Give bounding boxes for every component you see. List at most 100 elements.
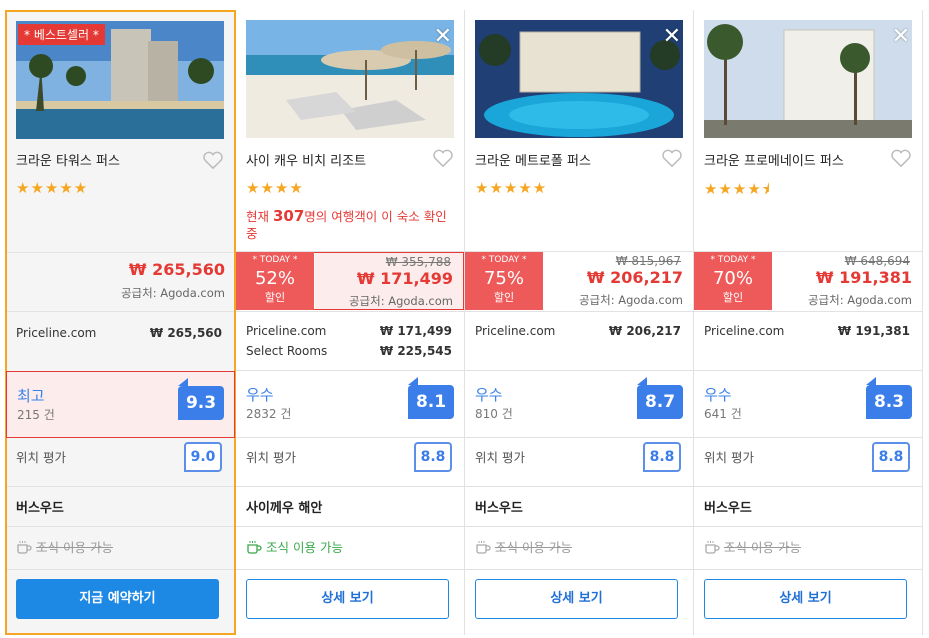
vendor-row[interactable]: Priceline.com ₩ 171,499	[246, 324, 452, 338]
view-details-button[interactable]: 상세 보기	[246, 579, 449, 619]
discount-label: 할인	[264, 291, 286, 304]
price-box[interactable]: * TODAY * 75% 할인 ₩ 815,967 ₩ 206,217 공급처…	[465, 252, 693, 310]
divider	[694, 569, 922, 570]
coffee-cup-icon	[705, 541, 720, 554]
breakfast-info: 조식 이용 가능	[246, 537, 343, 556]
rating-score: 8.1	[408, 377, 454, 419]
original-price: ₩ 355,788	[385, 255, 451, 269]
discount-percent: 75%	[483, 268, 524, 289]
star-rating: ★★★★⯨	[704, 180, 771, 198]
divider	[694, 437, 922, 438]
view-details-button[interactable]: 상세 보기	[475, 579, 678, 619]
close-icon[interactable]: ✕	[663, 26, 681, 48]
vendor-price: ₩ 171,499	[379, 324, 452, 338]
vendor-name: Priceline.com	[475, 324, 556, 338]
divider	[7, 252, 234, 253]
coffee-cup-icon	[17, 541, 32, 554]
divider	[694, 311, 922, 312]
review-rating[interactable]: 우수 810 건 8.7	[465, 371, 693, 437]
breakfast-label: 조식 이용 가능	[36, 540, 113, 555]
location-score: 8.8	[414, 442, 452, 472]
hotel-photo[interactable]	[704, 20, 912, 138]
area-name: 버스우드	[475, 501, 523, 516]
breakfast-label: 조식 이용 가능	[724, 540, 801, 555]
review-rating[interactable]: 최고 215 건 9.3	[6, 371, 235, 438]
hotel-photo[interactable]	[246, 20, 454, 138]
divider	[694, 486, 922, 487]
rating-score: 8.7	[637, 377, 683, 419]
divider	[465, 486, 693, 487]
vendor-row[interactable]: Priceline.com ₩ 206,217	[475, 324, 681, 338]
location-rating-label: 위치 평가	[704, 450, 754, 465]
original-price: ₩ 815,967	[615, 254, 681, 268]
location-score: 8.8	[643, 442, 681, 472]
discount-label: 할인	[493, 291, 515, 304]
price-box[interactable]: * TODAY * 52% 할인 ₩ 355,788 ₩ 171,499 공급처…	[236, 252, 464, 310]
heart-icon[interactable]	[661, 148, 683, 168]
location-rating-label: 위치 평가	[246, 450, 296, 465]
vendor-row[interactable]: Select Rooms ₩ 225,545	[246, 344, 452, 358]
rating-label: 최고	[17, 387, 45, 405]
heart-icon[interactable]	[202, 150, 224, 170]
location-rating-label: 위치 평가	[475, 450, 525, 465]
coffee-cup-icon	[247, 541, 262, 554]
heart-icon[interactable]	[890, 148, 912, 168]
vendor-name: Priceline.com	[16, 326, 97, 340]
breakfast-info: 조식 이용 가능	[704, 537, 801, 556]
vendor-row[interactable]: Priceline.com ₩ 265,560	[16, 326, 222, 340]
breakfast-info: 조식 이용 가능	[475, 537, 572, 556]
bestseller-badge: * 베스트셀러 *	[18, 24, 105, 45]
divider	[236, 486, 464, 487]
hotel-name[interactable]: 크라운 타워스 퍼스	[16, 150, 120, 169]
today-label: * TODAY *	[710, 255, 756, 265]
today-deal-badge: * TODAY * 52% 할인	[236, 252, 314, 310]
rating-label: 우수	[475, 386, 503, 404]
view-details-button[interactable]: 상세 보기	[704, 579, 907, 619]
area-name: 버스우드	[704, 501, 752, 516]
divider	[465, 569, 693, 570]
coffee-cup-icon	[476, 541, 491, 554]
vendor-price: ₩ 265,560	[149, 326, 222, 340]
supplier-label: 공급처: Agoda.com	[807, 293, 912, 307]
hotel-card-crown-metropol: ✕ 크라운 메트로폴 퍼스 ★★★★★ * TODAY * 75% 할인 ₩ 8…	[465, 10, 694, 635]
divider	[465, 526, 693, 527]
hotel-name[interactable]: 크라운 메트로폴 퍼스	[475, 150, 591, 169]
price-area: ₩ 648,694 ₩ 191,381 공급처: Agoda.com	[772, 252, 922, 308]
price-box[interactable]: * TODAY * 70% 할인 ₩ 648,694 ₩ 191,381 공급처…	[694, 252, 922, 310]
area-name: 사이께우 해안	[246, 501, 323, 516]
area-name: 버스우드	[16, 501, 64, 516]
price-area: ₩ 265,560 공급처: Agoda.com	[85, 254, 235, 310]
today-deal-badge: * TODAY * 75% 할인	[465, 252, 543, 310]
vendor-name: Priceline.com	[704, 324, 785, 338]
review-rating[interactable]: 우수 641 건 8.3	[694, 371, 922, 437]
current-price: ₩ 265,560	[128, 260, 225, 279]
divider	[236, 311, 464, 312]
vendor-price: ₩ 225,545	[379, 344, 452, 358]
vendor-price: ₩ 206,217	[608, 324, 681, 338]
star-rating: ★★★★★	[475, 179, 548, 197]
vendor-row[interactable]: Priceline.com ₩ 191,381	[704, 324, 910, 338]
rating-label: 우수	[704, 386, 732, 404]
hotel-photo[interactable]	[475, 20, 683, 138]
viewers-notice: 현재 307명의 여행객이 이 숙소 확인중	[246, 208, 458, 242]
current-price: ₩ 206,217	[586, 268, 683, 287]
book-now-button[interactable]: 지금 예약하기	[16, 579, 219, 619]
hotel-name[interactable]: 크라운 프로메네이드 퍼스	[704, 150, 844, 169]
discount-percent: 52%	[254, 268, 295, 289]
review-rating[interactable]: 우수 2832 건 8.1	[236, 371, 464, 437]
divider	[7, 569, 234, 570]
divider	[694, 526, 922, 527]
heart-icon[interactable]	[432, 148, 454, 168]
price-area: ₩ 815,967 ₩ 206,217 공급처: Agoda.com	[543, 252, 693, 308]
discount-percent: 70%	[712, 268, 753, 289]
divider	[465, 311, 693, 312]
price-box[interactable]: ₩ 265,560 공급처: Agoda.com	[7, 254, 235, 312]
original-price: ₩ 648,694	[844, 254, 910, 268]
close-icon[interactable]: ✕	[434, 26, 452, 48]
review-count: 215 건	[17, 408, 55, 422]
hotel-name[interactable]: 사이 캐우 비치 리조트	[246, 150, 366, 169]
hotel-card-crown-towers: * 베스트셀러 * 크라운 타워스 퍼스 ★★★★★ ₩ 265,560 공급처…	[5, 10, 236, 635]
location-rating-label: 위치 평가	[16, 450, 66, 465]
vendor-price: ₩ 191,381	[837, 324, 910, 338]
close-icon[interactable]: ✕	[892, 26, 910, 48]
